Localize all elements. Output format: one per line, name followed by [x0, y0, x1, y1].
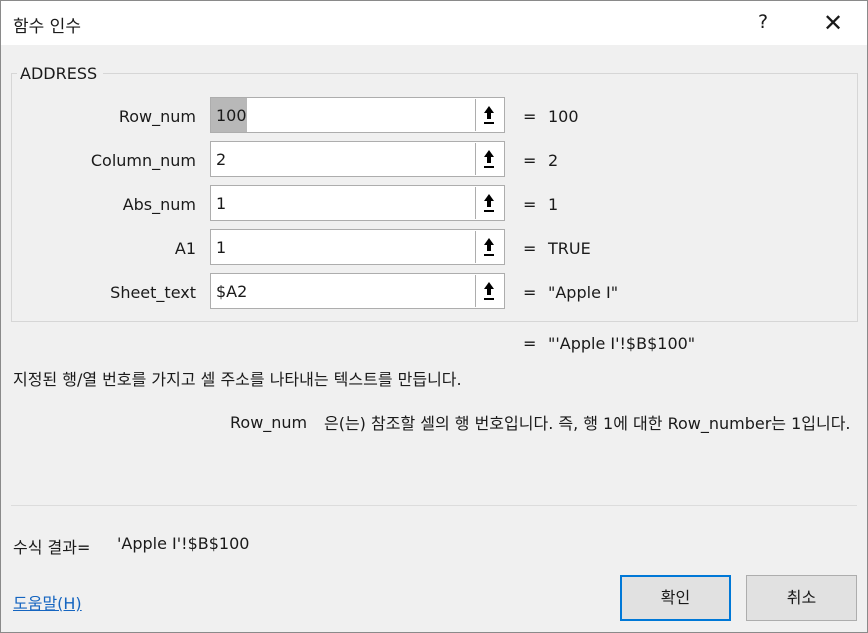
ok-button[interactable]: 확인 — [620, 575, 731, 621]
arg-field-row-num — [210, 97, 505, 133]
arg-field-column-num — [210, 141, 505, 177]
arg-result-abs-num: 1 — [548, 195, 559, 214]
help-link[interactable]: 도움말(H) — [13, 590, 82, 614]
collapse-dialog-arrow-icon — [484, 106, 494, 124]
sheet-text-ref-button[interactable] — [475, 275, 503, 307]
help-icon[interactable]: ? — [753, 7, 773, 37]
column-num-ref-button[interactable] — [475, 143, 503, 175]
collapse-dialog-arrow-icon — [484, 150, 494, 168]
row-num-input[interactable] — [211, 98, 478, 132]
a1-ref-button[interactable] — [475, 231, 503, 263]
function-description: 지정된 행/열 번호를 가지고 셀 주소를 나타내는 텍스트를 만듭니다. — [13, 370, 462, 389]
sheet-text-input[interactable] — [211, 274, 478, 308]
a1-input[interactable] — [211, 230, 478, 264]
arg-result-column-num: 2 — [548, 151, 559, 170]
divider — [11, 505, 857, 506]
argument-help-text: 은(는) 참조할 셀의 행 번호입니다. 즉, 행 1에 대한 Row_numb… — [324, 414, 851, 433]
collapse-dialog-arrow-icon — [484, 238, 494, 256]
dialog-title: 함수 인수 — [13, 17, 81, 37]
function-name: ADDRESS — [20, 64, 98, 83]
arg-label-sheet-text: Sheet_text — [110, 283, 196, 302]
title-bar: 함수 인수 ? ✕ — [1, 1, 867, 45]
equals-sign: = — [523, 283, 537, 302]
equals-sign: = — [523, 107, 537, 126]
arg-label-row-num: Row_num — [118, 107, 196, 126]
cancel-button[interactable]: 취소 — [746, 575, 857, 621]
collapse-dialog-arrow-icon — [484, 194, 494, 212]
arg-result-sheet-text: "Apple I" — [548, 283, 619, 302]
formula-result-label: 수식 결과= — [13, 538, 91, 557]
arg-label-abs-num: Abs_num — [122, 195, 196, 214]
arg-field-sheet-text — [210, 273, 505, 309]
function-result-value: "'Apple I'!$B$100" — [548, 334, 696, 353]
abs-num-ref-button[interactable] — [475, 187, 503, 219]
arg-result-row-num: 100 — [548, 107, 579, 126]
function-arguments-dialog: 함수 인수 ? ✕ ADDRESS Row_num = 100 Column_n… — [0, 0, 868, 633]
column-num-input[interactable] — [211, 142, 478, 176]
formula-result-value: 'Apple I'!$B$100 — [117, 534, 250, 553]
equals-sign: = — [523, 151, 537, 170]
arg-field-a1 — [210, 229, 505, 265]
equals-sign: = — [523, 195, 537, 214]
equals-sign: = — [523, 239, 537, 258]
abs-num-input[interactable] — [211, 186, 478, 220]
function-result-equals: = — [523, 334, 537, 353]
argument-help-name: Row_num — [230, 413, 308, 432]
arg-label-column-num: Column_num — [90, 151, 196, 170]
arg-result-a1: TRUE — [548, 239, 591, 258]
arg-label-a1: A1 — [174, 239, 196, 258]
close-icon[interactable]: ✕ — [813, 7, 853, 39]
collapse-dialog-arrow-icon — [484, 282, 494, 300]
row-num-ref-button[interactable] — [475, 99, 503, 131]
arg-field-abs-num — [210, 185, 505, 221]
